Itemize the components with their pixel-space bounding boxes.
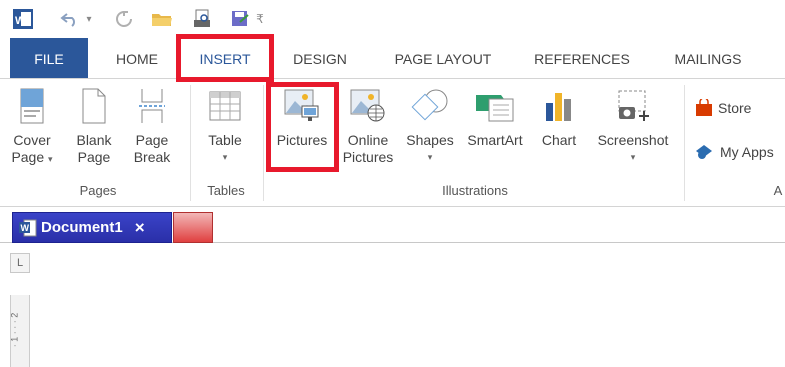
my-apps-label: My Apps bbox=[720, 144, 774, 160]
shapes-icon bbox=[410, 85, 450, 127]
screenshot-label: Screenshot bbox=[597, 132, 669, 148]
smartart-label: SmartArt bbox=[467, 132, 523, 148]
tab-file[interactable]: FILE bbox=[10, 38, 88, 79]
svg-text:W: W bbox=[21, 223, 30, 233]
page-break-button[interactable]: Page Break bbox=[130, 85, 174, 166]
bar-chart-icon bbox=[539, 85, 579, 127]
page-break-icon bbox=[132, 85, 172, 127]
new-tab-button[interactable] bbox=[173, 212, 213, 243]
group-separator bbox=[263, 85, 264, 201]
online-pictures-label-1: Online bbox=[347, 132, 389, 148]
store-label: Store bbox=[718, 100, 752, 116]
table-label: Table bbox=[208, 132, 242, 148]
document-tab[interactable]: W Document1 × bbox=[12, 212, 172, 243]
group-separator bbox=[190, 85, 191, 201]
page-break-label-1: Page bbox=[135, 132, 169, 148]
shapes-label: Shapes bbox=[406, 132, 454, 148]
vertical-ruler-marks: · 1 · · · 2 bbox=[9, 312, 20, 348]
smartart-button[interactable]: SmartArt bbox=[460, 85, 530, 149]
close-tab-icon[interactable]: × bbox=[135, 218, 145, 238]
blank-page-icon bbox=[74, 85, 114, 127]
cover-page-caret: ▾ bbox=[48, 154, 53, 164]
blank-page-label-2: Page bbox=[77, 149, 111, 165]
my-apps-icon bbox=[696, 145, 712, 159]
document-tab-bar: W Document1 × bbox=[0, 207, 785, 243]
tab-references[interactable]: REFERENCES bbox=[528, 38, 636, 79]
undo-dropdown-icon[interactable]: ▾ bbox=[84, 8, 94, 30]
ribbon-tabs: FILE HOME INSERT DESIGN PAGE LAYOUT REFE… bbox=[0, 38, 785, 80]
shapes-button[interactable]: Shapes ▾ bbox=[400, 85, 460, 166]
vertical-ruler: · 1 · · · 2 bbox=[9, 295, 30, 367]
group-label-pages: Pages bbox=[79, 183, 117, 198]
ribbon-insert: Cover Page ▾ Blank Page Page Break Pages… bbox=[0, 79, 785, 207]
online-pictures-icon bbox=[348, 85, 388, 127]
blank-page-label-1: Blank bbox=[76, 132, 112, 148]
screenshot-caret: ▾ bbox=[630, 152, 636, 162]
save-as-icon[interactable] bbox=[228, 8, 252, 30]
insert-tab-highlight-box bbox=[176, 34, 274, 82]
tab-stop-selector[interactable]: L bbox=[10, 253, 30, 273]
document-workspace: L · 1 · · · 2 bbox=[0, 243, 785, 367]
my-apps-button[interactable]: My Apps bbox=[694, 143, 774, 161]
blank-page-button[interactable]: Blank Page bbox=[72, 85, 116, 166]
cover-page-icon bbox=[12, 85, 52, 127]
chart-label: Chart bbox=[541, 132, 577, 148]
undo-icon[interactable] bbox=[58, 8, 82, 30]
tab-mailings[interactable]: MAILINGS bbox=[660, 38, 756, 79]
chart-button[interactable]: Chart bbox=[536, 85, 582, 149]
print-preview-icon[interactable] bbox=[190, 8, 214, 30]
customize-toolbar-icon[interactable]: ₹ bbox=[255, 8, 265, 30]
cover-page-label-row: Page ▾ bbox=[11, 149, 52, 168]
store-button[interactable]: Store bbox=[694, 99, 751, 117]
cover-page-button[interactable]: Cover Page ▾ bbox=[10, 85, 54, 168]
group-label-apps: A bbox=[773, 183, 783, 198]
word-app-icon[interactable]: W bbox=[12, 8, 34, 30]
cover-page-label-1: Cover bbox=[13, 132, 51, 148]
pictures-highlight-box bbox=[266, 82, 339, 172]
store-bag-icon bbox=[696, 99, 712, 116]
table-icon bbox=[205, 85, 245, 127]
table-button[interactable]: Table ▾ bbox=[202, 85, 248, 166]
screenshot-icon bbox=[613, 85, 653, 127]
screenshot-button[interactable]: Screenshot ▾ bbox=[588, 85, 678, 166]
svg-text:W: W bbox=[15, 15, 26, 27]
group-label-illustrations: Illustrations bbox=[442, 183, 508, 198]
word-document-icon: W bbox=[19, 219, 37, 236]
cover-page-label-2: Page bbox=[11, 149, 45, 165]
page-break-label-2: Break bbox=[133, 149, 171, 165]
document-title: Document1 bbox=[41, 219, 123, 236]
tab-page-layout[interactable]: PAGE LAYOUT bbox=[380, 38, 506, 79]
online-pictures-button[interactable]: Online Pictures bbox=[338, 85, 398, 166]
group-label-tables: Tables bbox=[207, 183, 245, 198]
shapes-caret: ▾ bbox=[427, 152, 433, 162]
redo-icon[interactable] bbox=[112, 8, 136, 30]
table-caret: ▾ bbox=[222, 152, 228, 162]
quick-access-toolbar: W ▾ ₹ bbox=[0, 0, 785, 38]
tab-home[interactable]: HOME bbox=[106, 38, 168, 79]
tab-design[interactable]: DESIGN bbox=[284, 38, 356, 79]
smartart-icon bbox=[475, 85, 515, 127]
online-pictures-label-2: Pictures bbox=[342, 149, 394, 165]
open-folder-icon[interactable] bbox=[150, 8, 174, 30]
group-separator bbox=[684, 85, 685, 201]
